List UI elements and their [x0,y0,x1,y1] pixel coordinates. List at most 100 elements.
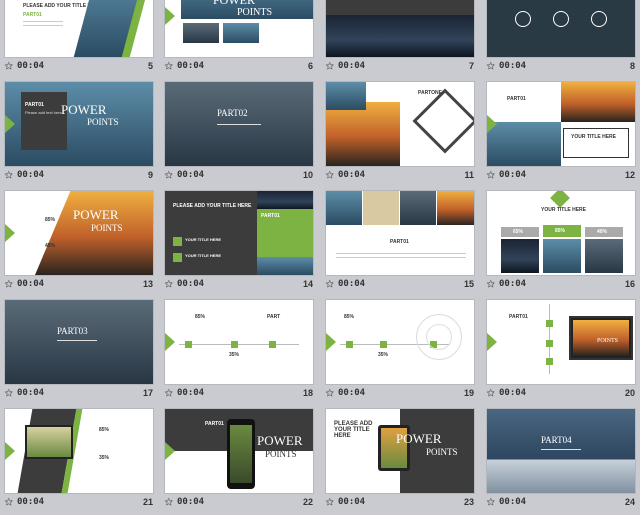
stat-1: 85% [195,314,206,320]
slide-timing: 00:04 [499,497,527,507]
slide-timing: 00:04 [499,279,527,289]
slide-number: 21 [142,497,153,507]
slide-11[interactable]: PARTONE ✩ 00:04 11 [326,82,474,188]
slide-number: 7 [468,61,474,71]
green-arrow-icon [165,442,175,460]
city-image [326,15,474,57]
stat-2: 35% [378,352,389,358]
slide-18[interactable]: 85% PART 35% ✩ 00:04 18 [165,300,313,406]
slide-thumbnail[interactable]: POWER POINTS 85% 45% [5,191,153,275]
part-label: PART [267,314,281,320]
slide-19[interactable]: 85% 35% ✩ 00:04 19 [326,300,474,406]
slide-transition-icon: ✩ [487,170,495,180]
slide-number: 13 [142,279,153,289]
slide-transition-icon: ✩ [5,170,13,180]
slide-thumbnail[interactable]: PART01 [326,191,474,275]
part-label: PART01 [390,239,409,245]
slide-timing: 00:04 [499,170,527,180]
slide-thumbnail[interactable]: PART01 POINTS [487,300,635,384]
slide-thumbnail[interactable]: 85% PART 35% [165,300,313,384]
slide-number: 16 [624,279,635,289]
slide-thumbnail[interactable]: POWER POINTS [165,0,313,57]
slide-24[interactable]: PART04 ✩ 00:04 24 [487,409,635,515]
slide-7[interactable]: ✩ 00:04 7 [326,0,474,79]
slide-number: 19 [463,388,474,398]
slide-transition-icon: ✩ [326,170,334,180]
slide-thumbnail[interactable]: PLEASE ADD YOUR TITLE HERE YOUR TITLE HE… [165,191,313,275]
slide-number: 18 [302,388,313,398]
slide-transition-icon: ✩ [326,61,334,71]
slide-timing: 00:04 [338,388,366,398]
slide-thumbnail[interactable] [326,0,474,57]
slide-timing: 00:04 [499,61,527,71]
slide-thumbnail[interactable]: PARTONE [326,82,474,166]
part-label: PART03 [57,326,88,336]
slide-10[interactable]: PART02 ✩ 00:04 10 [165,82,313,188]
part-label: PART01 [509,314,528,320]
slide-number: 5 [147,61,153,71]
slide-transition-icon: ✩ [326,279,334,289]
slide-number: 6 [307,61,313,71]
green-arrow-icon [326,333,336,351]
slide-timing: 00:04 [17,388,45,398]
slide-transition-icon: ✩ [326,388,334,398]
laptop-image: POINTS [569,316,633,360]
slide-20[interactable]: PART01 POINTS ✩ 00:04 20 [487,300,635,406]
points-text: POINTS [597,338,619,344]
slide-thumbnail[interactable]: 85% 35% [326,300,474,384]
slide-transition-icon: ✩ [487,388,495,398]
slide-transition-icon: ✩ [5,497,13,507]
slide-13[interactable]: POWER POINTS 85% 45% ✩ 00:04 13 [5,191,153,297]
slide-transition-icon: ✩ [5,61,13,71]
points-text: POINTS [265,449,297,459]
slide-thumbnail[interactable]: YOUR TITLE HERE 65% 85% 40% [487,191,635,275]
slide-number: 11 [464,170,474,180]
slide-thumbnail[interactable]: PART04 [487,409,635,493]
slide-timing: 00:04 [177,61,205,71]
slide-thumbnail[interactable]: PART03 [5,300,153,384]
slide-22[interactable]: PART01 POWER POINTS ✩ 00:04 22 [165,409,313,515]
slide-15[interactable]: PART01 ✩ 00:04 15 [326,191,474,297]
slide-thumbnail[interactable]: PART01 YOUR TITLE HERE [487,82,635,166]
chat-icon [553,11,569,27]
tag-text: Please add text here [25,110,62,115]
slide-timing: 00:04 [177,279,205,289]
slide-thumbnail[interactable]: PLEASE ADD YOUR TITLE HERE POWER POINTS [326,409,474,493]
slide-thumbnail[interactable]: PART01 POWER POINTS [165,409,313,493]
slide-23[interactable]: PLEASE ADD YOUR TITLE HERE POWER POINTS … [326,409,474,515]
slide-21[interactable]: 85% 35% ✩ 00:04 21 [5,409,153,515]
phone-image [227,419,255,489]
slide-number: 23 [463,497,474,507]
slide-thumbnail[interactable] [487,0,635,57]
slide-14[interactable]: PLEASE ADD YOUR TITLE HERE YOUR TITLE HE… [165,191,313,297]
slide-number: 10 [302,170,313,180]
green-arrow-icon [487,115,497,133]
slide-17[interactable]: PART03 ✩ 00:04 17 [5,300,153,406]
slide-timing: 00:04 [338,61,366,71]
slide-transition-icon: ✩ [487,497,495,507]
slide-title: PLEASE ADD YOUR TITLE HERE [334,421,373,439]
part-label: PART01 [205,421,224,427]
slide-16[interactable]: YOUR TITLE HERE 65% 85% 40% ✩ 00:04 16 [487,191,635,297]
cloud-icon [515,11,531,27]
slide-6[interactable]: POWER POINTS ✩ 00:04 6 [165,0,313,79]
slide-thumbnail[interactable]: PART02 [165,82,313,166]
green-arrow-icon [5,115,15,133]
slide-8[interactable]: ✩ 00:04 8 [487,0,635,79]
points-text: POINTS [87,117,119,127]
part-label: PART02 [217,108,248,118]
slide-thumbnail[interactable]: PART01 PLEASE ADD YOUR TITLE HERE [5,0,153,57]
slide-timing: 00:04 [17,497,45,507]
slide-9[interactable]: PART01 Please add text here POWER POINTS… [5,82,153,188]
slide-12[interactable]: PART01 YOUR TITLE HERE ✩ 00:04 12 [487,82,635,188]
slide-title: PLEASE ADD YOUR TITLE HERE [173,203,252,209]
slide-5[interactable]: PART01 PLEASE ADD YOUR TITLE HERE ✩ 00:04… [5,0,153,79]
slide-thumbnail[interactable]: 85% 35% [5,409,153,493]
green-arrow-icon [5,224,15,242]
green-arrow-icon [165,7,175,25]
item-title: YOUR TITLE HERE [185,253,222,258]
slide-thumbnail[interactable]: PART01 Please add text here POWER POINTS [5,82,153,166]
slide-number: 20 [624,388,635,398]
green-arrow-icon [487,333,497,351]
slide-number: 9 [147,170,153,180]
